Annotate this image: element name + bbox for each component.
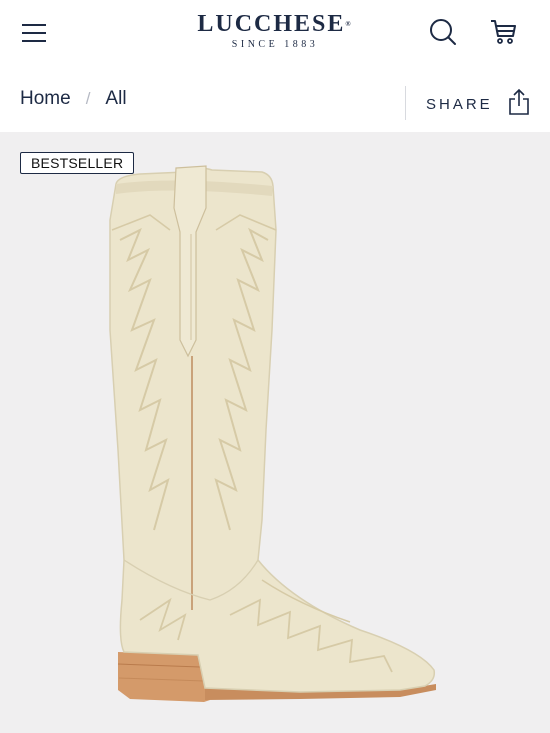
search-icon[interactable]: [428, 17, 458, 47]
breadcrumb-separator: /: [85, 89, 91, 108]
product-boot-image[interactable]: [0, 132, 550, 733]
share-icon: [507, 88, 531, 121]
share-label: SHARE: [426, 96, 493, 113]
breadcrumb-bar: Home / All SHARE: [0, 66, 550, 132]
shopping-cart-icon[interactable]: [488, 17, 518, 47]
divider: [405, 86, 406, 120]
site-header: LUCCHESE® SINCE 1883: [0, 0, 550, 66]
breadcrumb: Home / All: [20, 88, 127, 110]
share-button[interactable]: SHARE: [426, 88, 531, 121]
brand-since: SINCE 1883: [231, 39, 319, 50]
brand-logo[interactable]: LUCCHESE® SINCE 1883: [0, 10, 550, 50]
breadcrumb-all[interactable]: All: [105, 88, 126, 110]
bestseller-badge: BESTSELLER: [20, 152, 135, 174]
breadcrumb-home[interactable]: Home: [20, 88, 71, 110]
brand-name: LUCCHESE: [197, 11, 346, 37]
